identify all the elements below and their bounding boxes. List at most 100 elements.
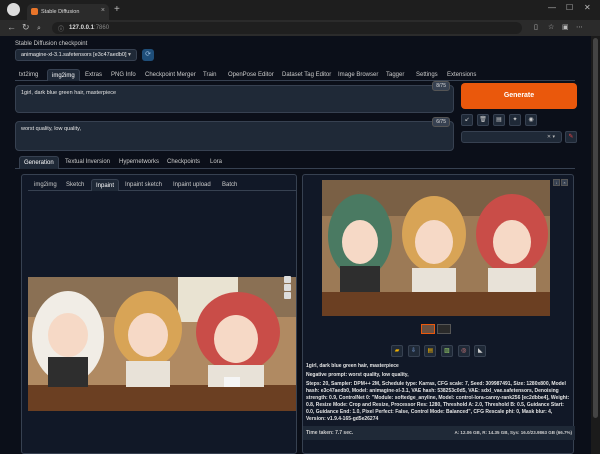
open-folder-button[interactable]: ▰ <box>391 345 403 357</box>
clear-icon[interactable] <box>284 284 291 291</box>
prompt-text: 1girl, dark blue green hair, masterpiece <box>21 90 117 96</box>
img2img-mode-tabs: img2img Sketch Inpaint Inpaint sketch In… <box>28 179 296 191</box>
close-tab-icon[interactable]: × <box>101 7 105 14</box>
negative-prompt-text: worst quality, low quality, <box>21 126 82 132</box>
tab-tagger[interactable]: Tagger <box>382 69 408 81</box>
scrollbar-thumb[interactable] <box>593 38 598 418</box>
send-to-img2img-button[interactable]: ▨ <box>441 345 454 357</box>
output-actions: ▰ ⇩ ▤ ▨ ◎ ◣ <box>391 345 489 357</box>
address-bar-row: ← ↻ ⌕ ⓘ 127.0.0.1:7860 ▯ ☆ ▣ ⋯ <box>0 20 600 36</box>
address-input[interactable]: ⓘ 127.0.0.1:7860 <box>52 22 522 34</box>
collections-icon[interactable]: ▣ <box>562 23 569 31</box>
performance-footer: Time taken: 7.7 sec. A: 12.06 GB, R: 14.… <box>303 426 575 440</box>
tab-checkpoints[interactable]: Checkpoints <box>163 156 204 169</box>
url-host: 127.0.0.1 <box>69 25 95 31</box>
generate-button[interactable]: Generate <box>461 83 577 109</box>
checkpoint-label: Stable Diffusion checkpoint <box>15 41 88 47</box>
tab-png-info[interactable]: PNG Info <box>107 69 140 81</box>
styles-chevron-icon: ✕ ▾ <box>546 134 555 140</box>
main-tabs: txt2img img2img Extras PNG Info Checkpoi… <box>15 69 575 81</box>
arrow-icon: ↙ <box>464 117 470 123</box>
tab-textual-inversion[interactable]: Textual Inversion <box>61 156 114 169</box>
tab-inpaint[interactable]: Inpaint <box>91 179 120 191</box>
url-port: :7860 <box>94 25 110 31</box>
prompt-textarea[interactable]: 1girl, dark blue green hair, masterpiece… <box>15 81 454 113</box>
tab-hypernetworks[interactable]: Hypernetworks <box>115 156 163 169</box>
site-info-icon[interactable]: ⓘ <box>58 24 64 33</box>
tab-extras[interactable]: Extras <box>81 69 106 81</box>
tab-train[interactable]: Train <box>199 69 220 81</box>
minimize-icon[interactable]: — <box>548 3 556 12</box>
browser-tabbar: Stable Diffusion × + — ☐ ✕ <box>0 0 600 20</box>
thumbnail-image[interactable] <box>437 324 451 334</box>
reload-icon[interactable]: ↻ <box>22 22 30 32</box>
read-params-button[interactable]: ↙ <box>461 114 473 126</box>
undo-icon[interactable] <box>284 276 291 283</box>
new-tab-button[interactable]: + <box>114 5 120 15</box>
negative-prompt-textarea[interactable]: worst quality, low quality, 6/75 <box>15 117 454 151</box>
tab-settings[interactable]: Settings <box>412 69 442 81</box>
url-text: 127.0.0.1:7860 <box>69 25 109 31</box>
page-scrollbar[interactable] <box>591 36 600 454</box>
tab-openpose-editor[interactable]: OpenPose Editor <box>224 69 278 81</box>
tab-img2img-mode[interactable]: img2img <box>30 179 61 191</box>
tab-lora[interactable]: Lora <box>206 156 226 169</box>
thumbnail-image[interactable] <box>421 324 435 334</box>
browser-tab[interactable]: Stable Diffusion × <box>27 4 109 20</box>
save-button[interactable]: ⇩ <box>407 345 420 357</box>
checkpoint-select[interactable]: animagine-xl-3.1.safetensors [e3c47aedb0… <box>15 49 137 61</box>
info-negative: Negative prompt: worst quality, low qual… <box>306 372 409 378</box>
apply-style-button[interactable]: ▤ <box>493 114 505 126</box>
refresh-icon: ⟳ <box>145 51 151 58</box>
clear-prompt-button[interactable]: 🗑 <box>477 114 489 126</box>
refresh-checkpoint-button[interactable]: ⟳ <box>142 49 154 61</box>
output-image[interactable] <box>322 180 550 316</box>
sparkle-icon: ✦ <box>512 117 518 123</box>
send-to-extras-button[interactable]: ◣ <box>474 345 487 357</box>
maximize-icon[interactable]: ☐ <box>566 3 573 12</box>
tab-inpaint-upload[interactable]: Inpaint upload <box>169 179 215 191</box>
webui-app: Stable Diffusion checkpoint animagine-xl… <box>0 36 591 454</box>
tab-dataset-tag-editor[interactable]: Dataset Tag Editor <box>278 69 335 81</box>
output-corner-icons: ↓ × <box>552 179 568 186</box>
palette-icon: ◉ <box>528 117 534 123</box>
search-icon[interactable]: ⌕ <box>37 24 41 34</box>
clipboard-icon: ▤ <box>496 117 502 123</box>
close-icon[interactable]: × <box>561 179 568 186</box>
tab-sketch[interactable]: Sketch <box>62 179 88 191</box>
tab-image-browser[interactable]: Image Browser <box>334 69 382 81</box>
info-params: Steps: 20, Sampler: DPM++ 2M, Schedule t… <box>306 381 570 422</box>
more-menu-icon[interactable]: ⋯ <box>576 23 583 31</box>
tab-txt2img[interactable]: txt2img <box>15 69 42 81</box>
split-screen-icon[interactable]: ▯ <box>534 23 538 31</box>
trash-icon: 🗑 <box>479 117 487 123</box>
time-taken: Time taken: 7.7 sec. <box>306 430 354 436</box>
send-to-inpaint-button[interactable]: ◎ <box>457 345 470 357</box>
output-illustration <box>322 180 550 316</box>
brush-icon[interactable] <box>284 292 291 299</box>
tab-generation[interactable]: Generation <box>19 156 59 169</box>
back-icon[interactable]: ← <box>7 22 16 32</box>
favicon-icon <box>31 8 38 15</box>
extra-networks-button[interactable]: ✦ <box>509 114 521 126</box>
tab-img2img[interactable]: img2img <box>47 69 80 81</box>
vram-usage: A: 12.06 GB, R: 14.35 GB, Sys: 16.0/23.9… <box>454 430 572 435</box>
tab-extensions[interactable]: Extensions <box>443 69 480 81</box>
input-illustration <box>28 277 296 411</box>
styles-select[interactable]: ✕ ▾ <box>461 131 562 143</box>
close-window-icon[interactable]: ✕ <box>584 3 591 12</box>
tab-checkpoint-merger[interactable]: Checkpoint Merger <box>141 69 200 81</box>
download-icon[interactable]: ↓ <box>553 179 560 186</box>
tab-inpaint-sketch[interactable]: Inpaint sketch <box>121 179 166 191</box>
sub-tabs: Generation Textual Inversion Hypernetwor… <box>15 156 575 169</box>
favorites-icon[interactable]: ☆ <box>548 23 554 31</box>
negative-token-count: 6/75 <box>432 117 450 127</box>
pencil-icon: ✎ <box>568 134 574 140</box>
interrogate-button[interactable]: ◉ <box>525 114 537 126</box>
edit-styles-button[interactable]: ✎ <box>565 131 577 143</box>
zip-button[interactable]: ▤ <box>424 345 437 357</box>
profile-avatar[interactable] <box>7 3 20 16</box>
checkpoint-value: animagine-xl-3.1.safetensors [e3c47aedb0… <box>21 52 127 58</box>
tab-batch[interactable]: Batch <box>218 179 241 191</box>
inpaint-canvas[interactable] <box>28 277 296 411</box>
